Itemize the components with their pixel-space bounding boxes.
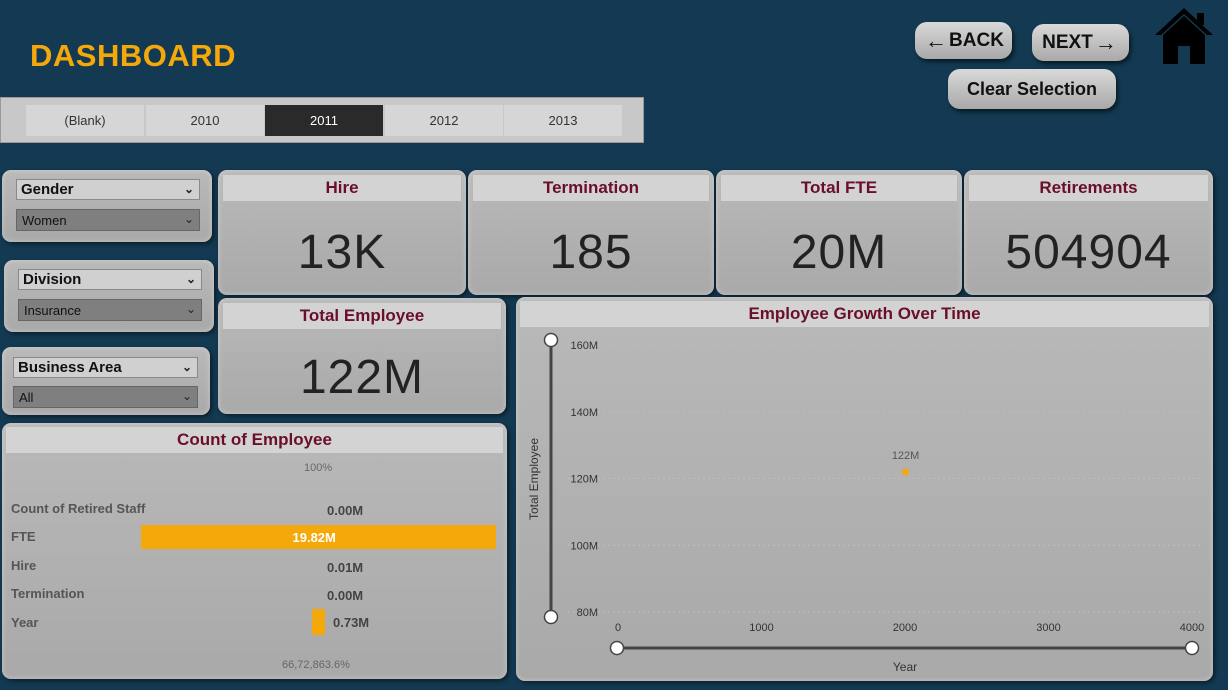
chevron-down-icon: ⌄ (181, 360, 192, 374)
kpi-card-retirements: Retirements 504904 (964, 170, 1213, 295)
y-zoom-slider-handle[interactable] (543, 609, 559, 625)
arrow-right-icon: → (1094, 29, 1117, 55)
kpi-value: 13K (297, 226, 387, 279)
kpi-card-hire: Hire 13K (218, 170, 466, 295)
year-slicer: (Blank) 2010 2011 2012 2013 (0, 97, 644, 143)
kpi-title: Termination (473, 175, 709, 201)
year-button-2013[interactable]: 2013 (504, 105, 622, 136)
division-slicer: Division ⌄ Insurance ⌄ (4, 260, 214, 332)
back-button[interactable]: ← BACK (915, 22, 1012, 59)
y-tick-label: 140M (570, 407, 598, 419)
gender-slicer-label: Gender (21, 181, 74, 198)
bottom-percent-label: 66,72,863.6% (282, 659, 350, 671)
gender-dropdown[interactable]: Women ⌄ (16, 209, 200, 231)
count-of-employee-panel: Count of Employee 100% Count of Retired … (2, 423, 507, 679)
bar-value-label: 0.00M (327, 588, 364, 603)
kpi-card-total-employee: Total Employee 122M (218, 298, 506, 414)
y-zoom-slider-handle[interactable] (543, 332, 559, 348)
employee-growth-panel: Employee Growth Over Time 160M 140M 120M 10… (516, 297, 1213, 681)
next-button[interactable]: NEXT → (1032, 24, 1129, 61)
data-point-label: 122M (892, 450, 920, 462)
bar-value-label: 19.82M (292, 530, 336, 545)
business-area-slicer-label: Business Area (18, 359, 122, 376)
home-icon[interactable] (1153, 5, 1215, 67)
x-tick-label: 4000 (1180, 622, 1204, 634)
panel-title: Count of Employee (6, 427, 503, 453)
gender-value: Women (22, 212, 67, 228)
kpi-value: 122M (299, 351, 425, 404)
bar-value-label: 0.73M (333, 615, 370, 630)
gender-slicer: Gender ⌄ Women ⌄ (2, 170, 212, 242)
y-tick-label: 160M (570, 340, 598, 352)
bar-value-label: 0.01M (327, 560, 364, 575)
x-tick-label: 3000 (1036, 622, 1060, 634)
kpi-title: Total FTE (721, 175, 957, 201)
kpi-title: Total Employee (223, 303, 501, 329)
division-slicer-header[interactable]: Division ⌄ (18, 269, 202, 290)
bar-category-label: Hire (11, 558, 37, 573)
kpi-value: 504904 (1005, 226, 1172, 279)
business-area-slicer-header[interactable]: Business Area ⌄ (13, 357, 198, 378)
year-button-blank[interactable]: (Blank) (26, 105, 144, 136)
chevron-down-icon: ⌄ (185, 272, 196, 286)
x-tick-label: 1000 (749, 622, 773, 634)
x-tick-label: 2000 (893, 622, 917, 634)
bar-mark[interactable] (312, 609, 325, 635)
top-percent-label: 100% (304, 462, 333, 474)
gender-slicer-header[interactable]: Gender ⌄ (16, 179, 200, 200)
division-value: Insurance (24, 302, 82, 318)
data-point[interactable] (902, 468, 910, 476)
x-zoom-slider-handle[interactable] (1184, 640, 1200, 656)
x-tick-label: 0 (615, 622, 621, 634)
kpi-title: Retirements (969, 175, 1208, 201)
kpi-title: Hire (223, 175, 461, 201)
arrow-left-icon: ← (925, 27, 948, 53)
kpi-value: 185 (549, 226, 633, 279)
chevron-down-icon: ⌄ (185, 302, 196, 316)
bar-category-label: Year (11, 615, 39, 630)
bar-value-label: 0.00M (327, 503, 364, 518)
division-dropdown[interactable]: Insurance ⌄ (18, 299, 202, 321)
division-slicer-label: Division (23, 271, 82, 288)
chevron-down-icon: ⌄ (183, 212, 194, 226)
back-label: BACK (949, 29, 1004, 51)
year-button-2010[interactable]: 2010 (146, 105, 264, 136)
growth-scatter-chart: 160M 140M 120M 100M 80M 0 1000 2000 3000 4000 Year… (527, 332, 1204, 674)
y-tick-label: 100M (570, 540, 598, 552)
page-title: DASHBOARD (30, 38, 236, 73)
bar-category-label: FTE (11, 529, 36, 544)
y-tick-label: 120M (570, 474, 598, 486)
clear-selection-button[interactable]: Clear Selection (948, 69, 1116, 109)
business-area-value: All (19, 389, 34, 405)
kpi-card-total-fte: Total FTE 20M (716, 170, 962, 295)
x-axis-title: Year (893, 660, 917, 674)
business-area-slicer: Business Area ⌄ All ⌄ (2, 347, 210, 415)
year-button-2011[interactable]: 2011 (265, 105, 383, 136)
x-zoom-slider-handle[interactable] (609, 640, 625, 656)
kpi-value: 20M (790, 226, 888, 279)
chevron-down-icon: ⌄ (181, 389, 192, 403)
bar-category-label: Termination (11, 586, 85, 601)
business-area-dropdown[interactable]: All ⌄ (13, 386, 198, 408)
bar-category-label: Count of Retired Staff (11, 501, 146, 516)
next-label: NEXT (1042, 31, 1093, 53)
year-button-2012[interactable]: 2012 (385, 105, 503, 136)
kpi-card-termination: Termination 185 (468, 170, 714, 295)
y-axis-title: Total Employee (527, 438, 541, 520)
chevron-down-icon: ⌄ (183, 182, 194, 196)
y-tick-label: 80M (577, 607, 598, 619)
